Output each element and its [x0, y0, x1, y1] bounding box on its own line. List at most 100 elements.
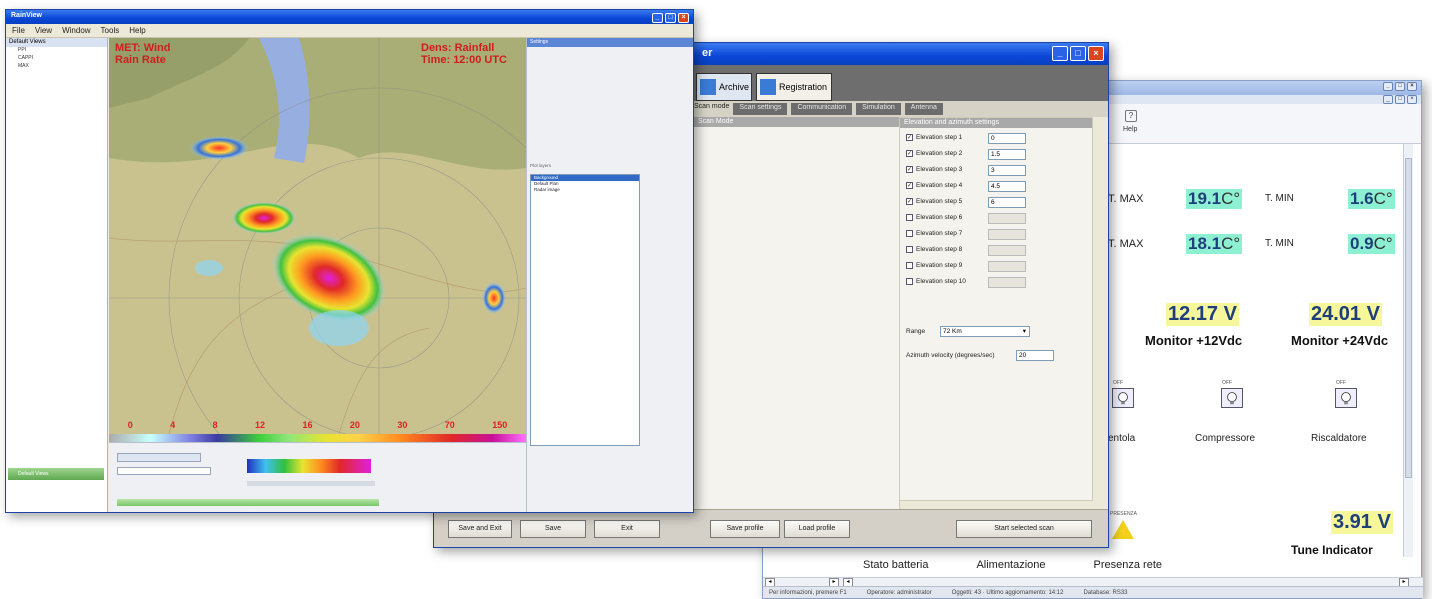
subtab-antenna[interactable]: Antenna: [904, 103, 943, 115]
child-maximize-icon[interactable]: □: [1395, 95, 1405, 104]
checkbox[interactable]: [906, 278, 913, 285]
legend-track: [247, 481, 375, 486]
checkbox[interactable]: [906, 262, 913, 269]
checkbox[interactable]: [906, 214, 913, 221]
close-icon[interactable]: ×: [1407, 82, 1417, 91]
save-button[interactable]: Save: [520, 520, 586, 538]
playback-buttons[interactable]: [117, 453, 201, 462]
save-profile-button[interactable]: Save profile: [710, 520, 780, 538]
checkbox[interactable]: ✓: [906, 166, 913, 173]
close-icon[interactable]: ×: [678, 13, 689, 23]
list-item[interactable]: Radar image: [531, 187, 639, 193]
load-profile-button[interactable]: Load profile: [784, 520, 850, 538]
tab-presenza-rete[interactable]: Presenza rete: [1094, 559, 1162, 571]
radar-title: RainView: [11, 12, 42, 19]
elevation-row-8[interactable]: Elevation step 8: [906, 246, 962, 253]
sidebar-item[interactable]: PPI: [6, 47, 107, 55]
progress-bar: [117, 499, 379, 506]
sidebar-item[interactable]: CAPPI: [6, 55, 107, 63]
map-overlay-right-1: Dens: Rainfall: [421, 42, 495, 54]
help-icon[interactable]: ?: [1125, 110, 1137, 122]
elevation-row-6[interactable]: Elevation step 6: [906, 214, 962, 221]
elevation-row-2[interactable]: ✓ Elevation step 2: [906, 150, 962, 157]
menu-file[interactable]: File: [12, 26, 25, 35]
elevation-row-10[interactable]: Elevation step 10: [906, 278, 966, 285]
sidebar-item[interactable]: MAX: [6, 63, 107, 71]
minimize-icon[interactable]: _: [1052, 46, 1068, 61]
elevation-header: Elevation and azimuth settings: [900, 118, 1092, 128]
elevation-row-7[interactable]: Elevation step 7: [906, 230, 962, 237]
scroll-thumb[interactable]: [1405, 158, 1412, 478]
scale-label: 8: [212, 420, 218, 430]
subtab-communication[interactable]: Communication: [791, 103, 853, 115]
maximize-icon[interactable]: □: [665, 13, 676, 23]
time-slider[interactable]: [117, 467, 211, 475]
tab-stato-batteria[interactable]: Stato batteria: [863, 559, 928, 571]
menu-view[interactable]: View: [35, 26, 52, 35]
registration-icon: [760, 79, 776, 95]
tmax-value-1: 19.1C°: [1186, 189, 1243, 209]
elevation-value-4[interactable]: 4.5: [988, 181, 1026, 192]
menu-tools[interactable]: Tools: [101, 26, 120, 35]
bulb-icon[interactable]: [1112, 388, 1134, 408]
exit-button[interactable]: Exit: [594, 520, 660, 538]
range-select[interactable]: 72 Km ▾: [940, 326, 1030, 337]
device-label-1: entola: [1108, 433, 1136, 444]
checkbox[interactable]: ✓: [906, 182, 913, 189]
radar-window: RainView _ □ × File View Window Tools He…: [5, 9, 694, 513]
child-close-icon[interactable]: ×: [1407, 95, 1417, 104]
minimize-icon[interactable]: _: [1383, 82, 1393, 91]
archive-icon: [700, 79, 716, 95]
maximize-icon[interactable]: □: [1070, 46, 1086, 61]
menu-help[interactable]: Help: [129, 26, 145, 35]
elevation-row-3[interactable]: ✓ Elevation step 3: [906, 166, 962, 173]
monitor-vertical-scrollbar[interactable]: [1403, 144, 1413, 557]
save-and-exit-button[interactable]: Save and Exit: [448, 520, 512, 538]
subtab-simulation[interactable]: Simulation: [856, 103, 901, 115]
elevation-value-10: [988, 277, 1026, 288]
checkbox[interactable]: ✓: [906, 134, 913, 141]
radar-map-image: [109, 38, 526, 434]
radar-titlebar[interactable]: RainView _ □ ×: [6, 10, 693, 24]
tab-alimentazione[interactable]: Alimentazione: [976, 559, 1045, 571]
elevation-row-4[interactable]: ✓ Elevation step 4: [906, 182, 962, 189]
elevation-value-1[interactable]: 0: [988, 133, 1026, 144]
checkbox[interactable]: [906, 230, 913, 237]
scan-mode-panel: Scan Mode: [694, 117, 900, 517]
subtab-scan-settings[interactable]: Scan settings: [733, 103, 788, 115]
bulb-icon[interactable]: [1221, 388, 1243, 408]
elevation-value-2[interactable]: 1.5: [988, 149, 1026, 160]
radar-map[interactable]: MET: Wind Rain Rate Dens: Rainfall Time:…: [109, 38, 526, 434]
subtab-scan-mode[interactable]: Scan mode: [694, 103, 729, 115]
chevron-down-icon: ▾: [1022, 328, 1026, 335]
close-icon[interactable]: ×: [1088, 46, 1104, 61]
help-label[interactable]: Help: [1123, 126, 1137, 133]
settings-title: er: [702, 47, 713, 59]
settings-side-panel: Settings Plot layers Background Default …: [526, 38, 693, 512]
elevation-row-9[interactable]: Elevation step 9: [906, 262, 962, 269]
start-selected-scan-button[interactable]: Start selected scan: [956, 520, 1092, 538]
azimuth-input[interactable]: 20: [1016, 350, 1054, 361]
elevation-row-5[interactable]: ✓ Elevation step 5: [906, 198, 962, 205]
checkbox[interactable]: ✓: [906, 150, 913, 157]
checkbox[interactable]: ✓: [906, 198, 913, 205]
voltage-24v-label: Monitor +24Vdc: [1291, 333, 1389, 348]
child-minimize-icon[interactable]: _: [1383, 95, 1393, 104]
minimize-icon[interactable]: _: [652, 13, 663, 23]
maximize-icon[interactable]: □: [1395, 82, 1405, 91]
tab-archive[interactable]: Archive: [696, 73, 752, 101]
checkbox[interactable]: [906, 246, 913, 253]
elevation-row-1[interactable]: ✓ Elevation step 1: [906, 134, 962, 141]
elevation-value-5[interactable]: 6: [988, 197, 1026, 208]
elevation-value-3[interactable]: 3: [988, 165, 1026, 176]
menu-window[interactable]: Window: [62, 26, 90, 35]
voltage-24v-value: 24.01 V: [1309, 303, 1382, 326]
device-label-2: Compressore: [1195, 433, 1256, 444]
elevation-value-9: [988, 261, 1026, 272]
sidebar-footer-button[interactable]: Default Views: [8, 468, 104, 480]
tab-registration[interactable]: Registration: [756, 73, 832, 101]
voltage-12v-label: Monitor +12Vdc: [1145, 333, 1243, 348]
plot-layers-list[interactable]: Background Default Plan Radar image: [530, 174, 640, 446]
bulb-icon[interactable]: [1335, 388, 1357, 408]
voltage-12v-value: 12.17 V: [1166, 303, 1239, 326]
